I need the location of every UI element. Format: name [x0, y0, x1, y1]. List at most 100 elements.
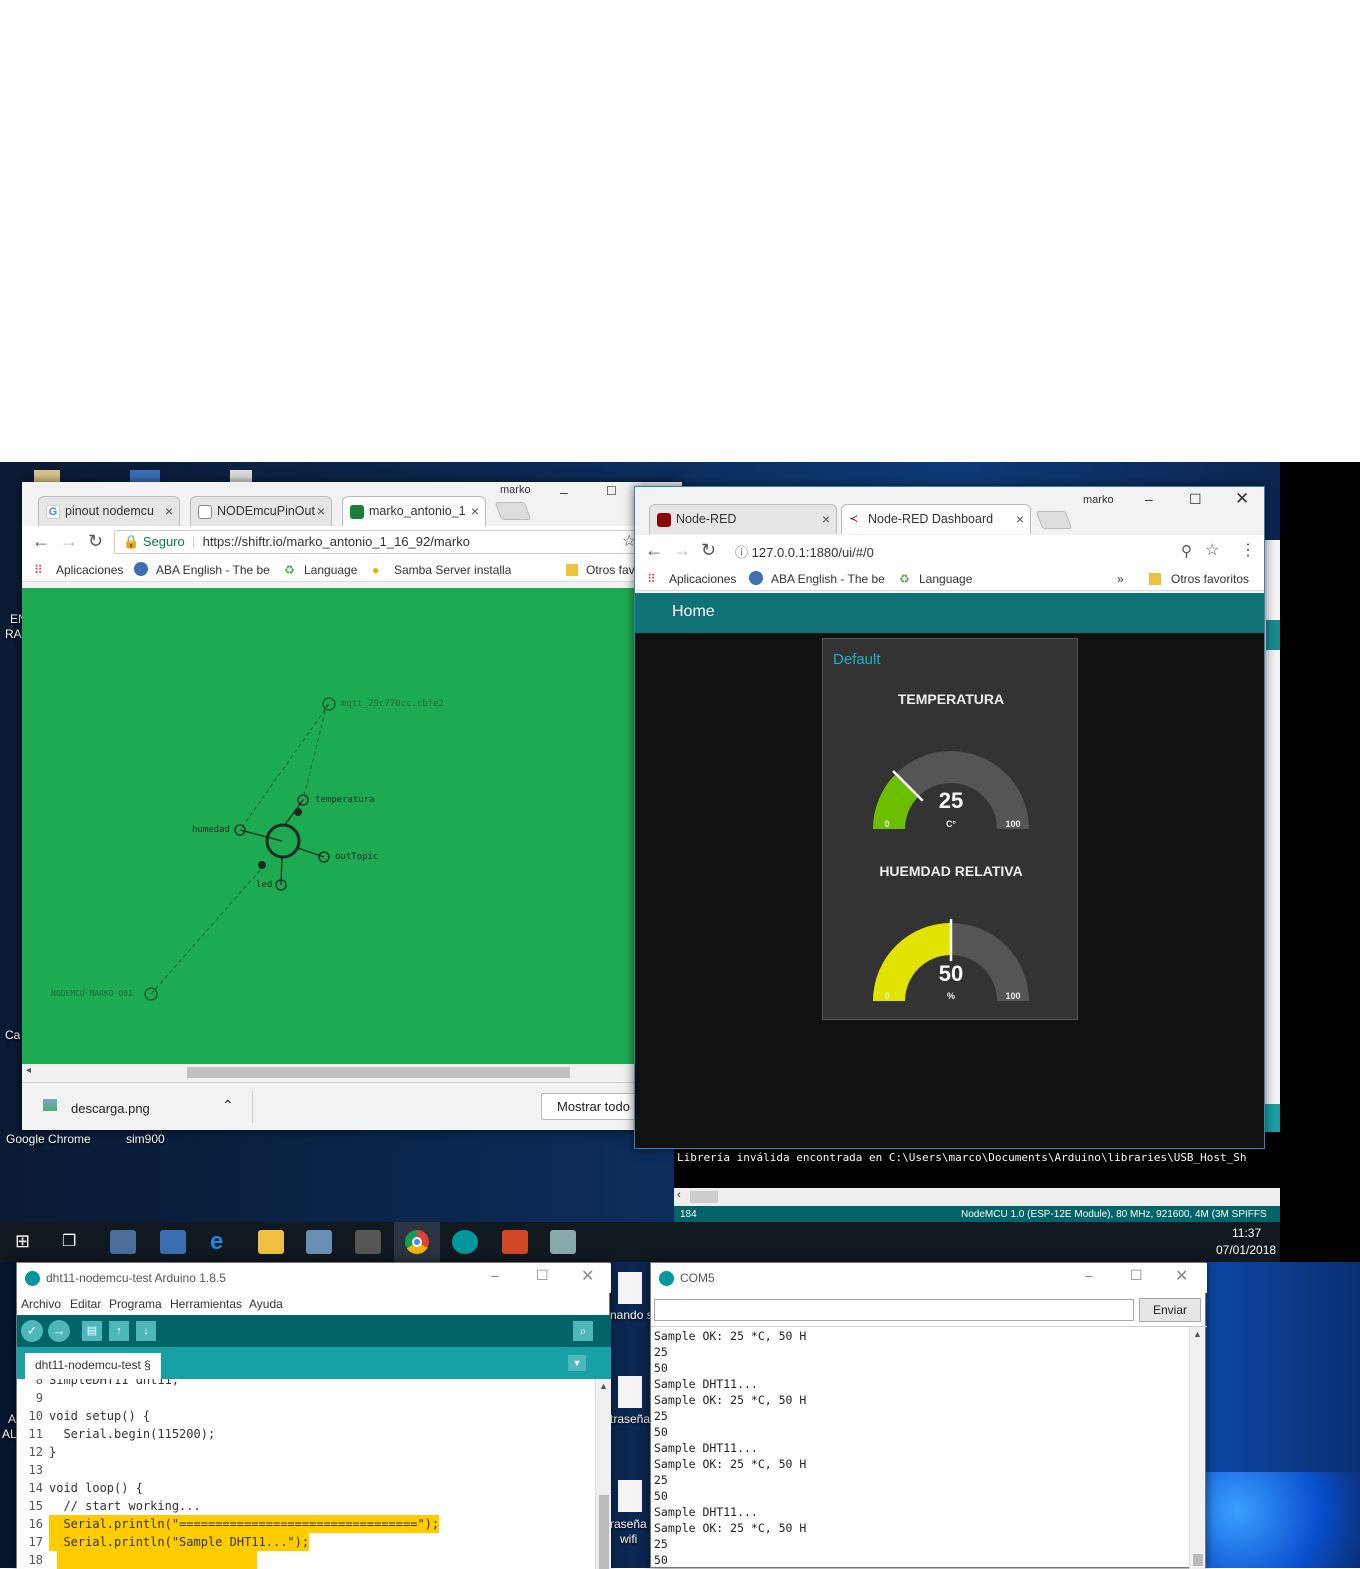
bookmark-apps[interactable]: Aplicaciones	[56, 563, 123, 577]
desktop-icon-label[interactable]: RA	[5, 627, 22, 641]
bookmark-aba[interactable]: ABA English - The be	[156, 563, 270, 577]
code-editor[interactable]: 8 SimpleDHT11 dht11; 9 10 void setup() {11 S…	[17, 1379, 611, 1569]
apps-icon[interactable]: ⠿	[647, 572, 656, 586]
serial-input[interactable]	[654, 1299, 1134, 1321]
reload-icon[interactable]: ↻	[88, 531, 103, 552]
paint-icon[interactable]	[550, 1230, 576, 1254]
download-item[interactable]: descarga.png	[71, 1101, 150, 1116]
save-button[interactable]: ↓	[136, 1321, 156, 1341]
bookmarks-overflow[interactable]: »	[1117, 572, 1124, 586]
tab-pinout-nodemcu[interactable]: G pinout nodemcu ×	[38, 496, 180, 526]
chevron-down-icon[interactable]: ▼	[568, 1355, 586, 1371]
verify-button[interactable]: ✓	[21, 1320, 43, 1342]
powerpoint-icon[interactable]	[502, 1230, 528, 1254]
serial-monitor-button[interactable]: ⌕	[573, 1321, 593, 1341]
close-icon[interactable]: ×	[822, 511, 830, 527]
menu-programa[interactable]: Programa	[109, 1297, 162, 1311]
maximize-button[interactable]: ☐	[606, 484, 617, 498]
git-icon[interactable]	[355, 1230, 381, 1254]
tab-node-red-dashboard[interactable]: ≺ Node-RED Dashboard ×	[841, 504, 1031, 534]
send-button[interactable]: Enviar	[1139, 1298, 1201, 1322]
new-tab-button[interactable]	[1035, 511, 1073, 529]
desktop-icon-label[interactable]: traseña	[610, 1412, 650, 1426]
maximize-button[interactable]: ☐	[1189, 491, 1202, 508]
apps-icon[interactable]: ⠿	[34, 563, 43, 577]
desktop-icon-label[interactable]: A	[8, 1412, 16, 1426]
upload-button[interactable]: →	[48, 1320, 70, 1342]
minimize-button[interactable]: –	[491, 1267, 499, 1283]
bookmark-others[interactable]: Otros favoritos	[1171, 572, 1249, 586]
chevron-up-icon[interactable]: ⌃	[222, 1097, 234, 1114]
broker-node[interactable]	[265, 823, 301, 859]
zoom-icon[interactable]: ⚲	[1181, 542, 1192, 560]
desktop-icon-google-chrome[interactable]: Google Chrome	[6, 1132, 91, 1146]
close-icon[interactable]: ×	[317, 503, 325, 519]
bookmark-apps[interactable]: Aplicaciones	[669, 572, 736, 586]
new-sketch-button[interactable]: ▤	[82, 1321, 102, 1341]
sketch-tab[interactable]: dht11-nodemcu-test §	[25, 1353, 161, 1379]
text-file-icon[interactable]	[618, 1480, 642, 1512]
menu-editar[interactable]: Editar	[70, 1297, 101, 1311]
desktop-icon-label[interactable]: wifi	[620, 1532, 637, 1546]
close-window-button[interactable]: ✕	[1235, 489, 1249, 509]
maximize-button[interactable]: ☐	[536, 1267, 549, 1284]
bookmark-language[interactable]: Language	[919, 572, 972, 586]
profile-name[interactable]: marko	[1083, 494, 1114, 506]
menu-icon[interactable]: ⋮	[1240, 540, 1256, 560]
minimize-button[interactable]: –	[1085, 1267, 1093, 1283]
task-view-icon[interactable]: ❐	[62, 1231, 76, 1251]
desktop-icon-label[interactable]: raseña r	[610, 1517, 654, 1531]
forward-icon[interactable]: →	[673, 540, 691, 561]
back-icon[interactable]: ←	[645, 540, 663, 561]
windows-start-icon[interactable]: ⊞	[15, 1231, 30, 1252]
minimize-button[interactable]: –	[1145, 491, 1153, 507]
menu-herramientas[interactable]: Herramientas	[170, 1297, 242, 1311]
bookmark-others[interactable]: Otros fav	[586, 563, 635, 577]
edge-icon[interactable]: e	[210, 1228, 223, 1256]
desktop-icon-label[interactable]: AL	[2, 1427, 17, 1441]
new-tab-button[interactable]	[494, 502, 532, 520]
close-icon[interactable]: ×	[165, 503, 173, 519]
bookmark-language[interactable]: Language	[304, 563, 357, 577]
tab-shiftr[interactable]: marko_antonio_1 ×	[342, 496, 486, 526]
back-icon[interactable]: ←	[32, 531, 50, 552]
menu-ayuda[interactable]: Ayuda	[249, 1297, 283, 1311]
forward-icon[interactable]: →	[60, 531, 78, 552]
text-file-icon[interactable]	[618, 1272, 642, 1304]
show-all-button[interactable]: Mostrar todo	[541, 1093, 641, 1120]
notebook-icon[interactable]	[306, 1230, 332, 1254]
reload-icon[interactable]: ↻	[701, 540, 716, 561]
profile-name[interactable]: marko	[500, 484, 531, 496]
open-button[interactable]: ↑	[109, 1321, 129, 1341]
minimize-button[interactable]: –	[560, 484, 568, 500]
desktop-icon-sim900[interactable]: sim900	[126, 1132, 165, 1146]
desktop-icon-label[interactable]: Ca	[5, 1028, 20, 1042]
clock-date[interactable]: 07/01/2018	[1216, 1243, 1276, 1257]
tab-node-red[interactable]: Node-RED ×	[649, 504, 837, 534]
vertical-scrollbar[interactable]: ▲	[595, 1379, 611, 1569]
text-file-icon[interactable]	[618, 1376, 642, 1408]
network-app-icon[interactable]	[110, 1230, 136, 1254]
horizontal-scrollbar[interactable]: ◂	[22, 1064, 634, 1080]
address-bar[interactable]: 🔒 Seguro | https://shiftr.io/marko_anton…	[114, 530, 694, 554]
clock-time[interactable]: 11:37	[1232, 1226, 1261, 1240]
shiftr-graph-canvas[interactable]: mqtt_79c770cc.cbfe2 temperatura humedad …	[22, 588, 634, 1064]
close-icon[interactable]: ×	[1016, 511, 1024, 527]
file-explorer-icon[interactable]	[258, 1230, 284, 1254]
python-icon[interactable]	[160, 1230, 186, 1254]
console-hscrollbar[interactable]: ‹	[674, 1188, 1280, 1206]
desktop-icon-label[interactable]: nando s	[610, 1308, 653, 1322]
chrome-taskbar-button[interactable]	[394, 1222, 440, 1262]
address-bar[interactable]: ⓘ 127.0.0.1:1880/ui/#/0	[727, 539, 1227, 563]
arduino-icon[interactable]	[452, 1230, 478, 1254]
close-window-button[interactable]: ✕	[1175, 1266, 1188, 1286]
tab-nodemcu-pinout[interactable]: NODEmcuPinOut ×	[190, 496, 332, 526]
close-window-button[interactable]: ✕	[581, 1266, 594, 1286]
bookmark-aba[interactable]: ABA English - The be	[771, 572, 885, 586]
star-icon[interactable]: ☆	[1205, 540, 1219, 560]
close-icon[interactable]: ×	[471, 503, 479, 519]
bookmark-samba[interactable]: Samba Server installa	[394, 563, 511, 577]
menu-archivo[interactable]: Archivo	[21, 1297, 61, 1311]
vertical-scrollbar[interactable]: ▲	[1189, 1327, 1205, 1569]
maximize-button[interactable]: ☐	[1130, 1267, 1143, 1284]
